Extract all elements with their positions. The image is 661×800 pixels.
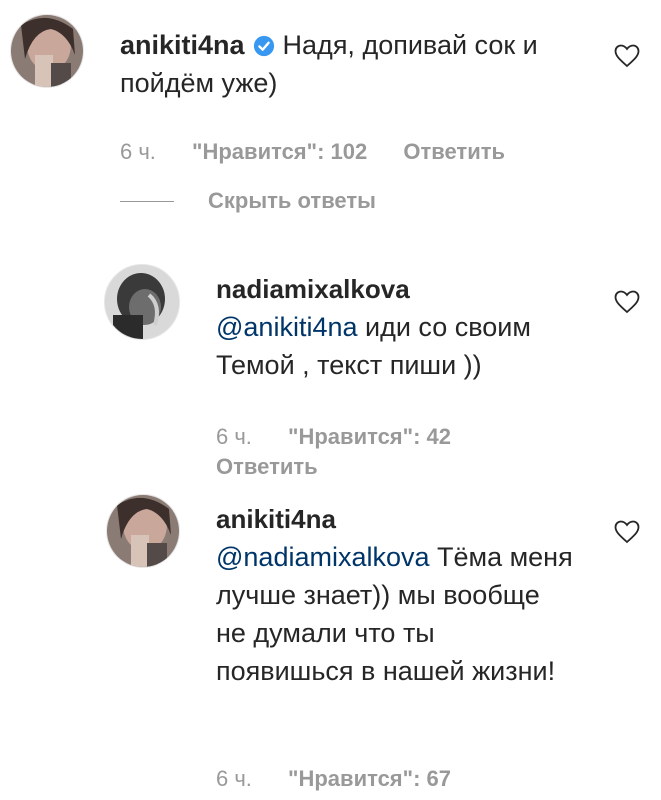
reply-button[interactable]: Ответить [403,139,505,164]
comment-username[interactable]: anikiti4na [120,30,245,60]
avatar-photo [11,15,83,87]
reply-time: 6 ч. [216,424,252,449]
hide-replies-label: Скрыть ответы [208,188,376,213]
hide-replies-divider [120,200,174,202]
heart-outline-icon[interactable] [614,44,640,68]
reply-mention[interactable]: @nadiamixalkova [216,542,430,572]
hide-replies-button[interactable]: Скрыть ответы [120,188,376,214]
reply-time: 6 ч. [216,766,252,791]
reply-mention[interactable]: @anikiti4na [216,312,358,342]
reply-button[interactable]: Ответить [216,454,318,480]
reply-meta: 6 ч. "Нравится": 67 [216,766,481,792]
avatar-photo [105,265,179,339]
comment-text-block: anikiti4na Надя, допивай сок и пойдём уже… [120,26,580,102]
comment-likes[interactable]: "Нравится": 102 [192,139,367,164]
heart-outline-icon[interactable] [614,290,640,314]
reply-text-block: nadiamixalkova @anikiti4na иди со своим … [216,270,596,384]
avatar-anikiti4na[interactable] [10,14,84,88]
reply-username[interactable]: anikiti4na [216,500,568,538]
comment-meta: 6 ч. "Нравится": 102 Ответить [120,139,535,165]
avatar-photo [107,495,179,567]
verified-badge-icon [253,35,274,57]
avatar-anikiti4na[interactable] [106,494,180,568]
reply-meta: 6 ч. "Нравится": 42 [216,424,481,450]
reply-likes[interactable]: "Нравится": 42 [288,424,451,449]
avatar-nadiamixalkova[interactable] [104,264,180,340]
reply-username[interactable]: nadiamixalkova [216,270,588,308]
heart-outline-icon[interactable] [614,520,640,544]
reply-text-block: anikiti4na @nadiamixalkova Тёма меня луч… [216,500,576,690]
reply-likes[interactable]: "Нравится": 67 [288,766,451,791]
comment-time: 6 ч. [120,139,156,164]
